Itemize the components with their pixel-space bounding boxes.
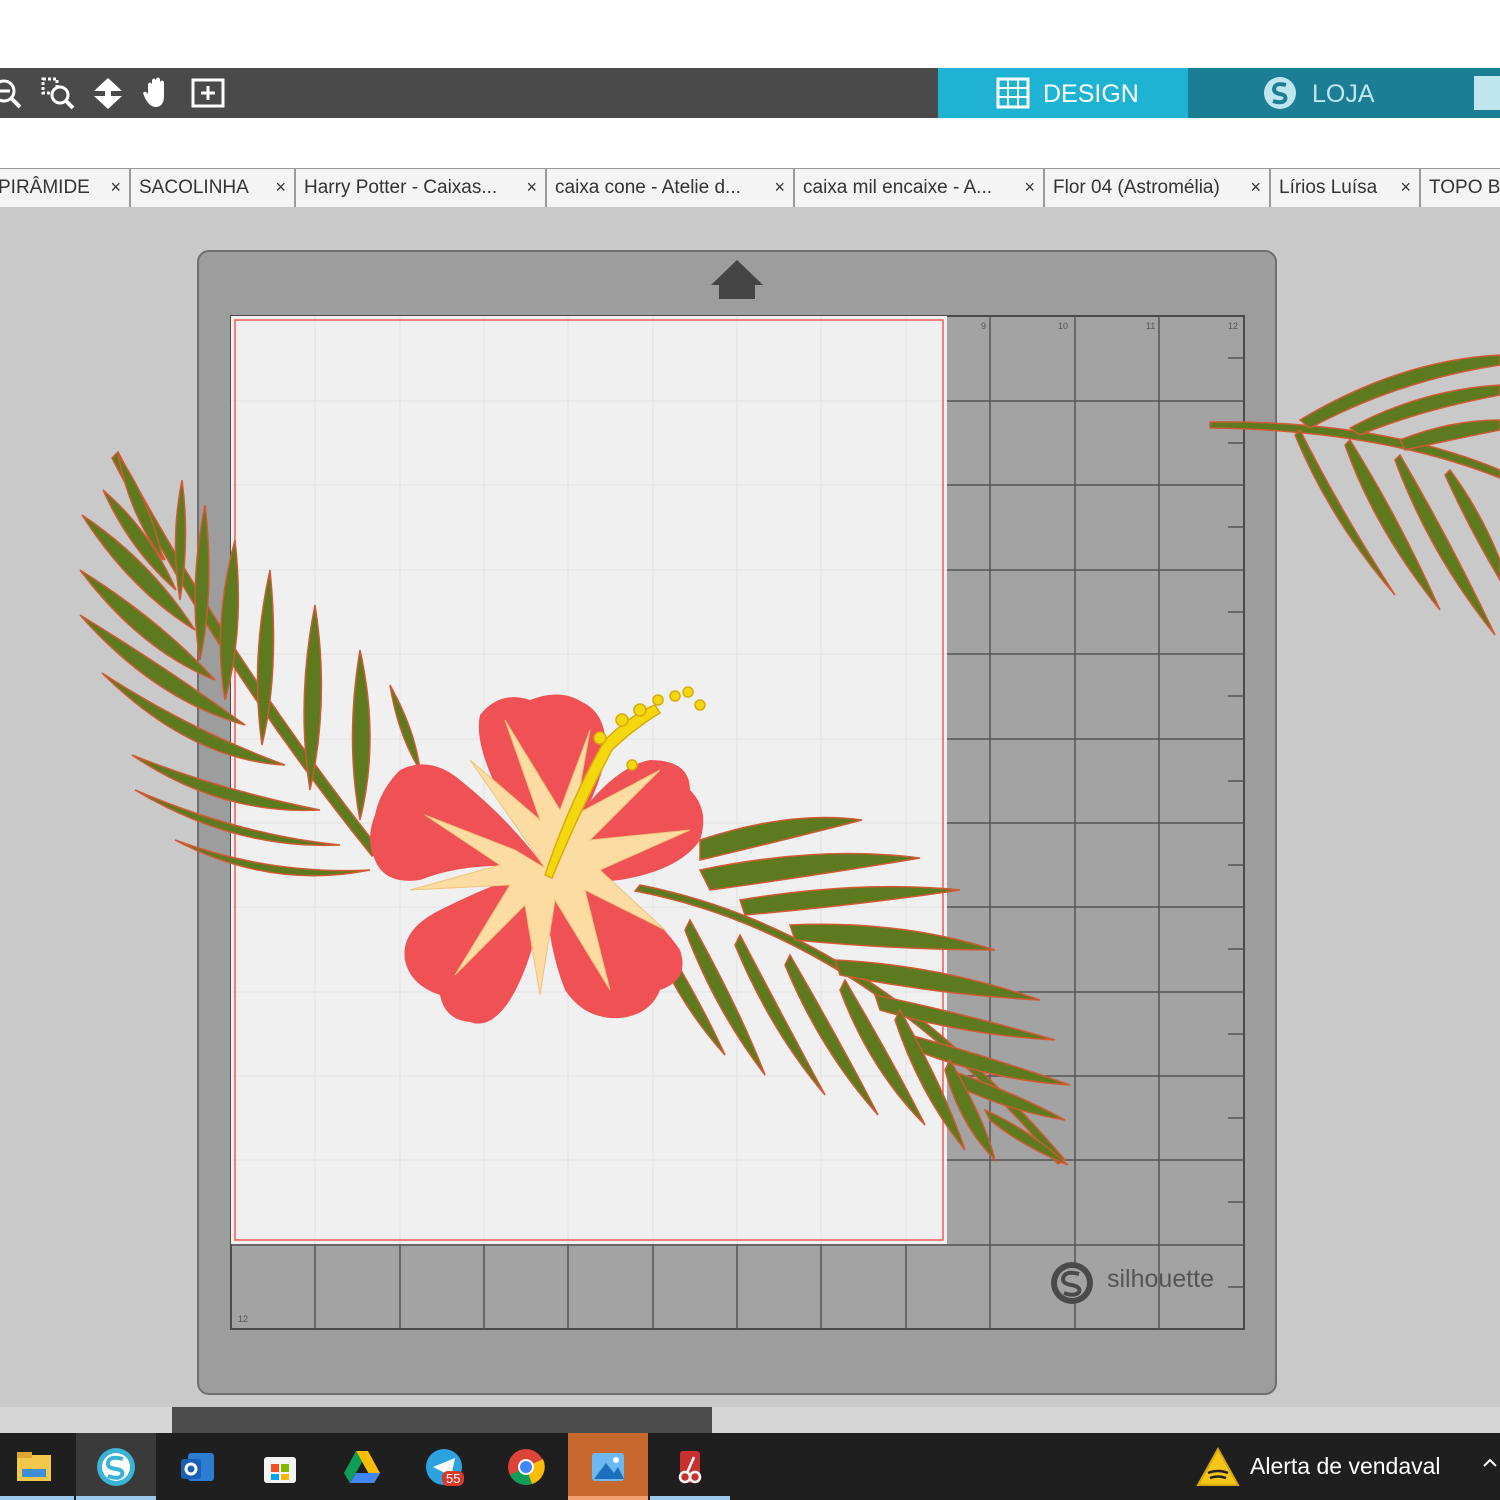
silhouette-mat-logo	[1051, 1262, 1093, 1304]
ruler-label: 10	[1058, 321, 1068, 331]
ruler-label: 12	[238, 1314, 248, 1324]
ruler-label: 9	[981, 321, 986, 331]
chevron-up-icon[interactable]	[1480, 1453, 1500, 1477]
warning-icon	[1196, 1446, 1240, 1491]
ruler-label: 12	[1228, 321, 1238, 331]
file-explorer-icon[interactable]	[0, 1433, 74, 1500]
silhouette-brand-text: silhouette	[1107, 1265, 1214, 1293]
silhouette-studio-icon[interactable]	[76, 1433, 156, 1500]
weather-notification[interactable]: Alerta de vendaval	[1250, 1453, 1441, 1480]
chrome-icon[interactable]	[486, 1433, 566, 1500]
palm-leaf-far-right[interactable]	[1209, 354, 1500, 636]
scrollbar-thumb[interactable]	[172, 1407, 712, 1433]
telegram-badge: 55	[442, 1471, 465, 1486]
ruler-label: 11	[1146, 321, 1155, 331]
load-direction-icon	[711, 260, 763, 299]
google-drive-icon[interactable]	[322, 1433, 402, 1500]
outlook-icon[interactable]	[158, 1433, 238, 1500]
snipping-tool-icon[interactable]	[650, 1433, 730, 1500]
telegram-icon[interactable]: 55	[404, 1433, 484, 1500]
photos-icon[interactable]	[568, 1433, 648, 1500]
design-canvas[interactable]: 9 10 11 12 12 silhouette	[0, 0, 1500, 1500]
microsoft-store-icon[interactable]	[240, 1433, 320, 1500]
